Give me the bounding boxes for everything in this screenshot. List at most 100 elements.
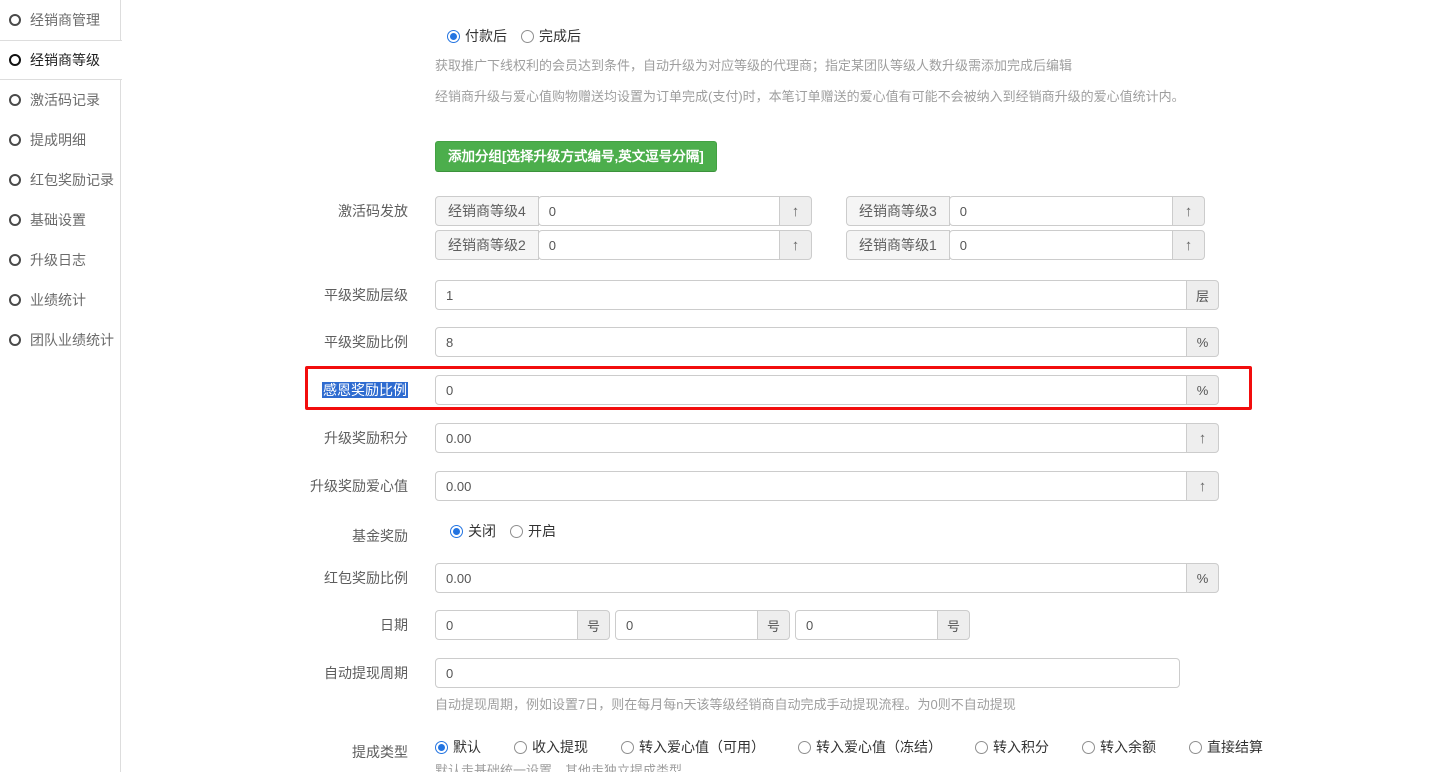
radio-label: 关闭: [468, 521, 496, 541]
sidebar-item-label: 提成明细: [30, 130, 86, 150]
radio-checked-icon[interactable]: [447, 30, 460, 43]
upgrade-reward-points-input[interactable]: [435, 423, 1187, 453]
sidebar-item-basic-settings[interactable]: 基础设置: [0, 200, 121, 240]
activation-level4-input[interactable]: [538, 196, 780, 226]
arrow-up-icon: ↑: [1185, 203, 1193, 220]
date-group-1: 号: [435, 610, 610, 640]
peer-reward-level-input[interactable]: [435, 280, 1187, 310]
upgrade-timing-help-1: 获取推广下线权利的会员达到条件，自动升级为对应等级的代理商；指定某团队等级人数升…: [435, 55, 1072, 74]
field-label: 自动提现周期: [121, 658, 408, 688]
radio-unchecked-icon[interactable]: [521, 30, 534, 43]
field-label-selected: 感恩奖励比例: [322, 382, 408, 398]
field-label: 激活码发放: [121, 196, 408, 226]
radio-unchecked-icon[interactable]: [621, 741, 634, 754]
activation-input-group-level1: 经销商等级1 ↑: [846, 230, 1205, 260]
sidebar-item-dealer-level[interactable]: 经销商等级: [0, 40, 122, 80]
sidebar-item-label: 团队业绩统计: [30, 330, 114, 350]
field-label: 升级奖励积分: [121, 423, 408, 453]
radio-fund-off[interactable]: 关闭: [450, 521, 496, 541]
arrow-up-icon: ↑: [792, 237, 800, 254]
unit-addon-day: 号: [577, 610, 610, 640]
page: 经销商管理 经销商等级 激活码记录 提成明细 红包奖励记录 基础设置 升级日志: [0, 0, 1454, 772]
activation-level1-input[interactable]: [949, 230, 1173, 260]
radio-unchecked-icon[interactable]: [514, 741, 527, 754]
commission-type-row: 提成类型 默认 收入提现 转入爱心值（可用） 转入爱心值（冻结）: [121, 737, 1454, 767]
input-prefix-label: 经销商等级2: [435, 230, 539, 260]
input-prefix-label: 经销商等级1: [846, 230, 950, 260]
circle-icon: [9, 334, 21, 346]
stepper-up-addon[interactable]: ↑: [779, 196, 812, 226]
activation-input-group-level3: 经销商等级3 ↑: [846, 196, 1205, 226]
radio-label: 开启: [528, 521, 556, 541]
radio-unchecked-icon[interactable]: [510, 525, 523, 538]
radio-unchecked-icon[interactable]: [1082, 741, 1095, 754]
stepper-up-addon[interactable]: ↑: [1172, 196, 1205, 226]
circle-icon: [9, 94, 21, 106]
activation-input-group-level4: 经销商等级4 ↑: [435, 196, 812, 226]
unit-addon-layer: 层: [1186, 280, 1219, 310]
sidebar-item-commission-detail[interactable]: 提成明细: [0, 120, 121, 160]
activation-level2-input[interactable]: [538, 230, 780, 260]
redpacket-reward-ratio-input[interactable]: [435, 563, 1187, 593]
sidebar-item-dealer-management[interactable]: 经销商管理: [0, 0, 121, 40]
radio-commission-default[interactable]: 默认: [435, 737, 481, 757]
radio-checked-icon[interactable]: [435, 741, 448, 754]
sidebar-item-label: 升级日志: [30, 250, 86, 270]
sidebar-item-activation-code-record[interactable]: 激活码记录: [0, 80, 121, 120]
stepper-up-addon[interactable]: ↑: [1186, 471, 1219, 501]
radio-unchecked-icon[interactable]: [1189, 741, 1202, 754]
stepper-up-addon[interactable]: ↑: [779, 230, 812, 260]
date-input-1[interactable]: [435, 610, 578, 640]
radio-commission-love-available[interactable]: 转入爱心值（可用）: [621, 737, 765, 757]
radio-unchecked-icon[interactable]: [798, 741, 811, 754]
sidebar-item-team-performance-stats[interactable]: 团队业绩统计: [0, 320, 121, 360]
radio-commission-points[interactable]: 转入积分: [975, 737, 1049, 757]
radio-commission-direct-settle[interactable]: 直接结算: [1189, 737, 1263, 757]
form-panel: 付款后 完成后 获取推广下线权利的会员达到条件，自动升级为对应等级的代理商；指定…: [121, 0, 1454, 772]
radio-commission-love-frozen[interactable]: 转入爱心值（冻结）: [798, 737, 942, 757]
unit-addon-percent: %: [1186, 375, 1219, 405]
activation-level3-input[interactable]: [949, 196, 1173, 226]
sidebar-item-label: 红包奖励记录: [30, 170, 114, 190]
add-group-row: 添加分组[选择升级方式编号,英文逗号分隔]: [121, 141, 1454, 172]
sidebar-item-label: 基础设置: [30, 210, 86, 230]
circle-icon: [9, 54, 21, 66]
add-group-button[interactable]: 添加分组[选择升级方式编号,英文逗号分隔]: [435, 141, 717, 172]
stepper-up-addon[interactable]: ↑: [1172, 230, 1205, 260]
upgrade-reward-love-input[interactable]: [435, 471, 1187, 501]
upgrade-timing-help-2: 经销商升级与爱心值购物赠送均设置为订单完成(支付)时，本笔订单赠送的爱心值有可能…: [435, 86, 1185, 105]
sidebar-item-upgrade-log[interactable]: 升级日志: [0, 240, 121, 280]
date-group-2: 号: [615, 610, 790, 640]
arrow-up-icon: ↑: [1185, 237, 1193, 254]
radio-checked-icon[interactable]: [450, 525, 463, 538]
circle-icon: [9, 134, 21, 146]
unit-addon-percent: %: [1186, 327, 1219, 357]
field-label: 红包奖励比例: [121, 563, 408, 593]
radio-after-payment[interactable]: 付款后: [447, 26, 507, 46]
sidebar-item-redpacket-record[interactable]: 红包奖励记录: [0, 160, 121, 200]
field-label: 日期: [121, 610, 408, 640]
input-prefix-label: 经销商等级3: [846, 196, 950, 226]
radio-label: 转入爱心值（可用）: [639, 737, 765, 757]
date-input-2[interactable]: [615, 610, 758, 640]
circle-icon: [9, 254, 21, 266]
sidebar-item-performance-stats[interactable]: 业绩统计: [0, 280, 121, 320]
upgrade-reward-love-row: 升级奖励爱心值 ↑: [121, 471, 1454, 501]
unit-addon-day: 号: [937, 610, 970, 640]
peer-reward-ratio-row: 平级奖励比例 %: [121, 327, 1454, 357]
date-input-3[interactable]: [795, 610, 938, 640]
radio-commission-balance[interactable]: 转入余额: [1082, 737, 1156, 757]
radio-commission-income-withdraw[interactable]: 收入提现: [514, 737, 588, 757]
sidebar-item-label: 业绩统计: [30, 290, 86, 310]
peer-reward-ratio-input[interactable]: [435, 327, 1187, 357]
stepper-up-addon[interactable]: ↑: [1186, 423, 1219, 453]
arrow-up-icon: ↑: [792, 203, 800, 220]
gratitude-reward-ratio-input[interactable]: [435, 375, 1187, 405]
radio-fund-on[interactable]: 开启: [510, 521, 556, 541]
unit-addon-percent: %: [1186, 563, 1219, 593]
radio-after-completion[interactable]: 完成后: [521, 26, 581, 46]
auto-withdraw-cycle-input[interactable]: [435, 658, 1180, 688]
radio-unchecked-icon[interactable]: [975, 741, 988, 754]
radio-label: 转入积分: [993, 737, 1049, 757]
radio-label: 默认: [453, 737, 481, 757]
